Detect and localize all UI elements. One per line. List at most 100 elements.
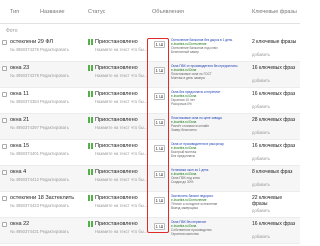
group-name[interactable]: окна 15 [10,143,90,149]
keywords-count[interactable]: 2 ключевые фразы [252,39,298,45]
ad-preview[interactable]: Окна ПВХ без переплат e-kvartira.ru/Окна… [171,220,246,236]
keywords-count[interactable]: 16 ключевых фраз [252,65,298,71]
add-keywords-link[interactable]: добавить [252,234,270,239]
add-keywords-link[interactable]: добавить [252,182,270,187]
row-checkbox[interactable] [2,196,7,201]
keywords-count[interactable]: 16 ключевых фраз [252,221,298,227]
group-name[interactable]: окна 4 [10,169,90,175]
row-checkbox[interactable] [2,222,7,227]
status-text[interactable]: Приостановлено [95,39,138,45]
ad-description: Монтаж в день замера [171,76,205,80]
ads-count-button[interactable]: 1 Ш [154,171,165,178]
status-hint: Нажмите на текст что бы... [95,151,148,156]
row-checkbox[interactable] [2,92,7,97]
group-name[interactable]: окна 22 [10,221,90,227]
status-hint: Нажмите на текст что бы... [95,73,148,78]
ad-description: Скидки до 30% [171,180,194,184]
ad-preview[interactable]: Остекление балконов без дырок в 1 день e… [171,38,246,54]
ad-preview[interactable]: Пластиковые окна по цене завода e-kvarti… [171,116,246,132]
ads-count-button[interactable]: 1 Ш [154,67,165,74]
ads-count-button[interactable]: 1 Ш [154,223,165,230]
status-hint: Нажмите на текст что бы... [95,47,148,52]
edit-link[interactable]: Редактировать [40,73,69,78]
edit-link[interactable]: Редактировать [40,151,69,156]
keywords-count[interactable]: 28 ключевых фраз [252,117,298,123]
row-checkbox[interactable] [2,66,7,71]
ad-preview[interactable]: Установка окон за 1 день e-kvartira.ru/О… [171,168,246,184]
group-number: № 4950374384 [10,99,39,104]
ad-preview[interactable]: Окна от производителя в рассрочку e-kvar… [171,142,246,158]
table-body: остеклени 29 ФЛ № 4950374376 Редактирова… [0,36,300,244]
status-text[interactable]: Приостановлено [95,65,138,71]
ad-description: Без предоплаты [171,154,196,158]
ad-preview[interactable]: Окна без предоплаты и переплат e-kvartir… [171,90,246,106]
ad-description: Гарантия качества [171,232,199,236]
edit-link[interactable]: Редактировать [40,203,69,208]
column-type: Тип [10,9,20,15]
group-number: № 4950374401 [10,151,39,156]
edit-link[interactable]: Редактировать [40,99,69,104]
status-hint: Нажмите на текст что бы... [95,125,148,130]
column-name[interactable]: Название [40,9,65,15]
ad-preview[interactable]: Застеклить балкон недорого e-kvartira.ru… [171,194,246,210]
add-keywords-link[interactable]: добавить [252,52,270,57]
group-number: № 4950374412 [10,177,39,182]
status-hint: Нажмите на текст что бы... [95,229,148,234]
pause-icon [88,221,94,227]
table-row: окна 23 № 4950374378 Редактировать Приос… [0,62,300,88]
pause-icon [88,195,94,201]
table-header: Тип Название Статус Объявления Ключевые … [0,0,300,24]
ad-description: Рассрочка 0% [171,102,192,106]
edit-link[interactable]: Редактировать [40,177,69,182]
add-keywords-link[interactable]: добавить [252,104,270,109]
group-number: № 4950374423 [10,203,39,208]
ads-count-button[interactable]: 1 Ш [154,41,165,48]
column-status[interactable]: Статус [88,9,105,15]
keywords-count[interactable]: 16 ключевых фраз [252,91,298,97]
status-hint: Нажмите на текст что бы... [95,203,148,208]
ads-count-button[interactable]: 1 Ш [154,145,165,152]
group-name[interactable]: остеклени 29 ФЛ [10,39,90,45]
add-keywords-link[interactable]: добавить [252,156,270,161]
status-hint: Нажмите на текст что бы... [95,177,148,182]
keywords-count[interactable]: 16 ключевых фраз [252,143,298,149]
pause-icon [88,143,94,149]
column-keywords[interactable]: Ключевые фразы [252,9,297,15]
status-text[interactable]: Приостановлено [95,169,138,175]
keywords-count[interactable]: 22 ключевые фразы [252,195,298,207]
edit-link[interactable]: Редактировать [40,125,69,130]
add-keywords-link[interactable]: добавить [252,208,270,213]
group-number: № 4950374378 [10,73,39,78]
group-name[interactable]: окна 23 [10,65,90,71]
table-row: окна 15 № 4950374401 Редактировать Приос… [0,140,300,166]
ads-count-button[interactable]: 1 Ш [154,197,165,204]
table-row: окна 21 № 4950374397 Редактировать Приос… [0,114,300,140]
ads-count-button[interactable]: 1 Ш [154,93,165,100]
pause-icon [88,65,94,71]
status-text[interactable]: Приостановлено [95,195,138,201]
pause-icon [88,91,94,97]
ad-preview[interactable]: Окна ПВХ от производителя без предоплаты… [171,64,246,80]
status-text[interactable]: Приостановлено [95,91,138,97]
row-checkbox[interactable] [2,170,7,175]
row-checkbox[interactable] [2,40,7,45]
status-text[interactable]: Приостановлено [95,117,138,123]
group-number: № 4950374431 [10,229,39,234]
pause-icon [88,117,94,123]
ads-count-button[interactable]: 1 Ш [154,119,165,126]
row-checkbox[interactable] [2,118,7,123]
status-hint: Нажмите на текст что бы... [95,99,148,104]
status-text[interactable]: Приостановлено [95,143,138,149]
status-text[interactable]: Приостановлено [95,221,138,227]
group-name[interactable]: остеклени 18 Застеклить [10,195,90,201]
edit-link[interactable]: Редактировать [40,229,69,234]
column-ads[interactable]: Объявления [152,9,184,15]
row-checkbox[interactable] [2,144,7,149]
keywords-count[interactable]: 8 ключевых фраз [252,169,298,175]
add-keywords-link[interactable]: добавить [252,130,270,135]
table-row: остеклени 29 ФЛ № 4950374376 Редактирова… [0,36,300,62]
group-name[interactable]: окна 11 [10,91,90,97]
group-name[interactable]: окна 21 [10,117,90,123]
add-keywords-link[interactable]: добавить [252,78,270,83]
edit-link[interactable]: Редактировать [40,47,69,52]
